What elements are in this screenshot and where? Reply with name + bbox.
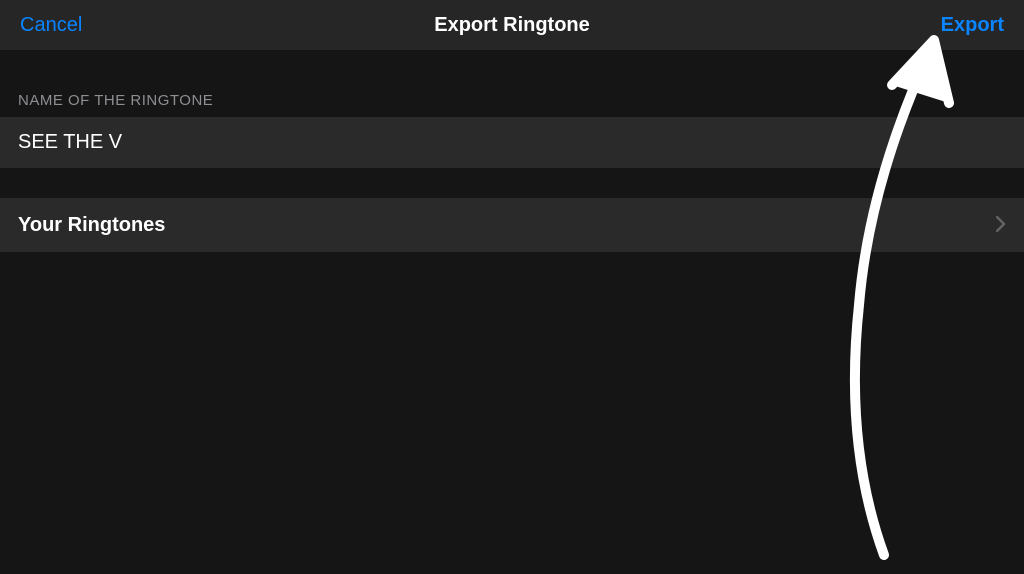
section-header-name: NAME OF THE RINGTONE — [0, 50, 1024, 117]
ringtone-name-row[interactable] — [0, 117, 1024, 168]
spacer — [0, 168, 1024, 198]
cancel-button[interactable]: Cancel — [20, 14, 82, 37]
ringtone-name-input[interactable] — [18, 131, 1006, 154]
your-ringtones-label: Your Ringtones — [18, 214, 165, 237]
page-title: Export Ringtone — [434, 14, 590, 37]
export-button[interactable]: Export — [941, 14, 1004, 37]
chevron-right-icon — [996, 212, 1006, 238]
navbar: Cancel Export Ringtone Export — [0, 0, 1024, 50]
your-ringtones-row[interactable]: Your Ringtones — [0, 198, 1024, 252]
